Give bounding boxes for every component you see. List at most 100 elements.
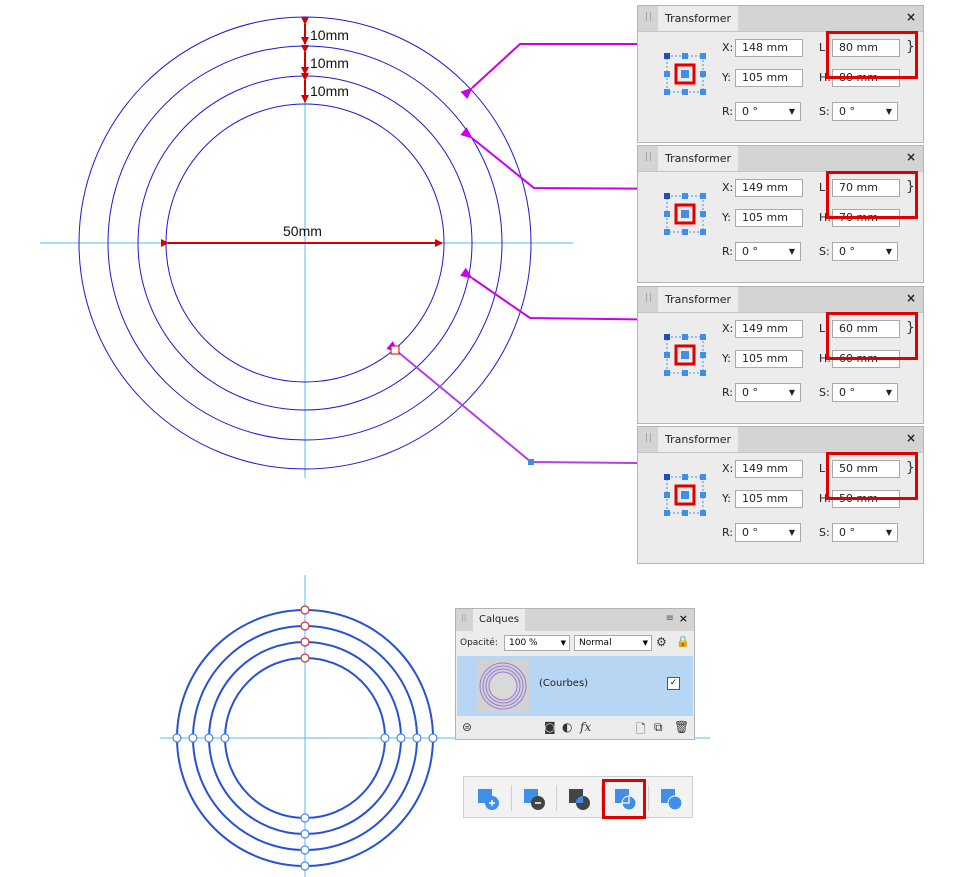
opacity-dropdown[interactable]: 100 % ▼ — [504, 635, 570, 651]
link-icon[interactable]: } — [906, 320, 915, 336]
x-field[interactable]: 149 mm — [735, 460, 803, 478]
y-label: Y: — [722, 211, 731, 224]
r-label: R: — [722, 105, 734, 118]
x-field[interactable]: 149 mm — [735, 179, 803, 197]
boolean-toolbar — [463, 776, 693, 819]
s-label: S: — [819, 245, 830, 258]
rotation-value: 0 ° — [742, 386, 758, 399]
close-icon[interactable]: × — [906, 431, 916, 445]
size-highlight — [826, 31, 918, 79]
panel-titlebar[interactable]: || Transformer × — [638, 427, 923, 453]
x-label: X: — [722, 322, 734, 335]
chevron-down-icon: ▼ — [788, 247, 795, 256]
new-layer-icon[interactable]: 🗋 — [636, 720, 646, 741]
y-field[interactable]: 105 mm — [735, 209, 803, 227]
opacity-label: Opacité: — [460, 638, 498, 648]
size-highlight — [826, 452, 918, 500]
panel-tab-transformer[interactable]: Transformer — [658, 427, 739, 452]
mask-icon[interactable]: ◙ — [544, 720, 556, 734]
grip-icon[interactable]: || — [461, 613, 466, 622]
x-field[interactable]: 149 mm — [735, 320, 803, 338]
drag-handle-start[interactable] — [528, 459, 534, 465]
rotation-value: 0 ° — [742, 105, 758, 118]
blend-mode-dropdown[interactable]: Normal ▼ — [574, 635, 652, 651]
x-label: X: — [722, 462, 734, 475]
panel-menu-icon[interactable]: ≡ — [666, 613, 674, 624]
duplicate-layer-icon[interactable]: ⧉ — [654, 720, 663, 735]
y-field[interactable]: 105 mm — [735, 490, 803, 508]
add-shape-icon[interactable] — [468, 783, 506, 813]
r-label: R: — [722, 245, 734, 258]
shear-dropdown[interactable]: 0 ° ▼ — [832, 523, 898, 542]
dimension-label-3: 10mm — [310, 83, 349, 99]
layers-panel: || Calques ≡ × Opacité: 100 % ▼ Normal ▼ ⚙… — [455, 608, 695, 740]
gear-icon[interactable]: ⚙ — [656, 635, 667, 649]
grip-icon[interactable]: || — [645, 152, 653, 162]
rotation-dropdown[interactable]: 0 ° ▼ — [735, 523, 801, 542]
selection-node[interactable] — [390, 345, 400, 355]
close-icon[interactable]: × — [906, 291, 916, 305]
layers-stack-icon[interactable]: ⊜ — [462, 720, 472, 734]
y-label: Y: — [722, 492, 731, 505]
panel-tab-transformer[interactable]: Transformer — [658, 6, 739, 31]
chevron-down-icon: ▼ — [788, 388, 795, 397]
lock-icon[interactable]: 🔒 — [676, 635, 690, 648]
rotation-dropdown[interactable]: 0 ° ▼ — [735, 383, 801, 402]
grip-icon[interactable]: || — [645, 12, 653, 22]
grip-icon[interactable]: || — [645, 433, 653, 443]
panel-titlebar[interactable]: || Transformer × — [638, 146, 923, 172]
r-label: R: — [722, 526, 734, 539]
chevron-down-icon: ▼ — [885, 528, 892, 537]
anchor-selector-icon[interactable] — [661, 331, 709, 379]
panel-titlebar[interactable]: || Transformer × — [638, 6, 923, 32]
x-label: X: — [722, 41, 734, 54]
panel-tab-calques[interactable]: Calques — [473, 609, 525, 631]
intersect-shape-icon[interactable] — [559, 783, 597, 813]
transformer-panel-3: || Transformer × X: 149 mm Y: 105 mm L: … — [637, 286, 924, 424]
link-icon[interactable]: } — [906, 460, 915, 476]
chevron-down-icon: ▼ — [560, 639, 566, 647]
x-field[interactable]: 148 mm — [735, 39, 803, 57]
s-label: S: — [819, 526, 830, 539]
grip-icon[interactable]: || — [645, 293, 653, 303]
y-field[interactable]: 105 mm — [735, 350, 803, 368]
shear-dropdown[interactable]: 0 ° ▼ — [832, 242, 898, 261]
selected-tool-highlight — [602, 779, 646, 819]
link-icon[interactable]: } — [906, 39, 915, 55]
rotation-dropdown[interactable]: 0 ° ▼ — [735, 102, 801, 121]
rotation-dropdown[interactable]: 0 ° ▼ — [735, 242, 801, 261]
combine-shape-icon[interactable] — [651, 783, 689, 813]
subtract-shape-icon[interactable] — [514, 783, 552, 813]
toolbar-separator — [648, 785, 649, 811]
layer-options-row: Opacité: 100 % ▼ Normal ▼ ⚙ 🔒 — [460, 632, 692, 654]
size-highlight — [826, 312, 918, 360]
anchor-selector-icon[interactable] — [661, 190, 709, 238]
close-icon[interactable]: × — [906, 10, 916, 24]
panel-tab-transformer[interactable]: Transformer — [658, 287, 739, 312]
trash-icon[interactable]: 🗑 — [674, 720, 689, 734]
toolbar-separator — [511, 785, 512, 811]
panel-titlebar[interactable]: || Calques ≡ × — [456, 609, 694, 631]
close-icon[interactable]: × — [679, 612, 688, 625]
shear-value: 0 ° — [839, 105, 855, 118]
chevron-down-icon: ▼ — [885, 388, 892, 397]
anchor-selector-icon[interactable] — [661, 50, 709, 98]
adjustment-icon[interactable]: ◐ — [562, 720, 572, 734]
layer-name: (Courbes) — [539, 678, 589, 689]
transformer-panel-2: || Transformer × X: 149 mm Y: 105 mm L: … — [637, 145, 924, 283]
close-icon[interactable]: × — [906, 150, 916, 164]
shear-dropdown[interactable]: 0 ° ▼ — [832, 102, 898, 121]
panel-tab-transformer[interactable]: Transformer — [658, 146, 739, 171]
fx-icon[interactable]: fx — [580, 720, 591, 734]
opacity-value: 100 % — [509, 638, 538, 648]
panel-titlebar[interactable]: || Transformer × — [638, 287, 923, 313]
blend-mode-value: Normal — [579, 638, 612, 648]
s-label: S: — [819, 386, 830, 399]
layer-row[interactable]: (Courbes) ✓ — [457, 656, 693, 716]
anchor-selector-icon[interactable] — [661, 471, 709, 519]
layer-visibility-checkbox[interactable]: ✓ — [667, 677, 680, 690]
link-icon[interactable]: } — [906, 179, 915, 195]
shear-dropdown[interactable]: 0 ° ▼ — [832, 383, 898, 402]
size-highlight — [826, 171, 918, 219]
y-field[interactable]: 105 mm — [735, 69, 803, 87]
